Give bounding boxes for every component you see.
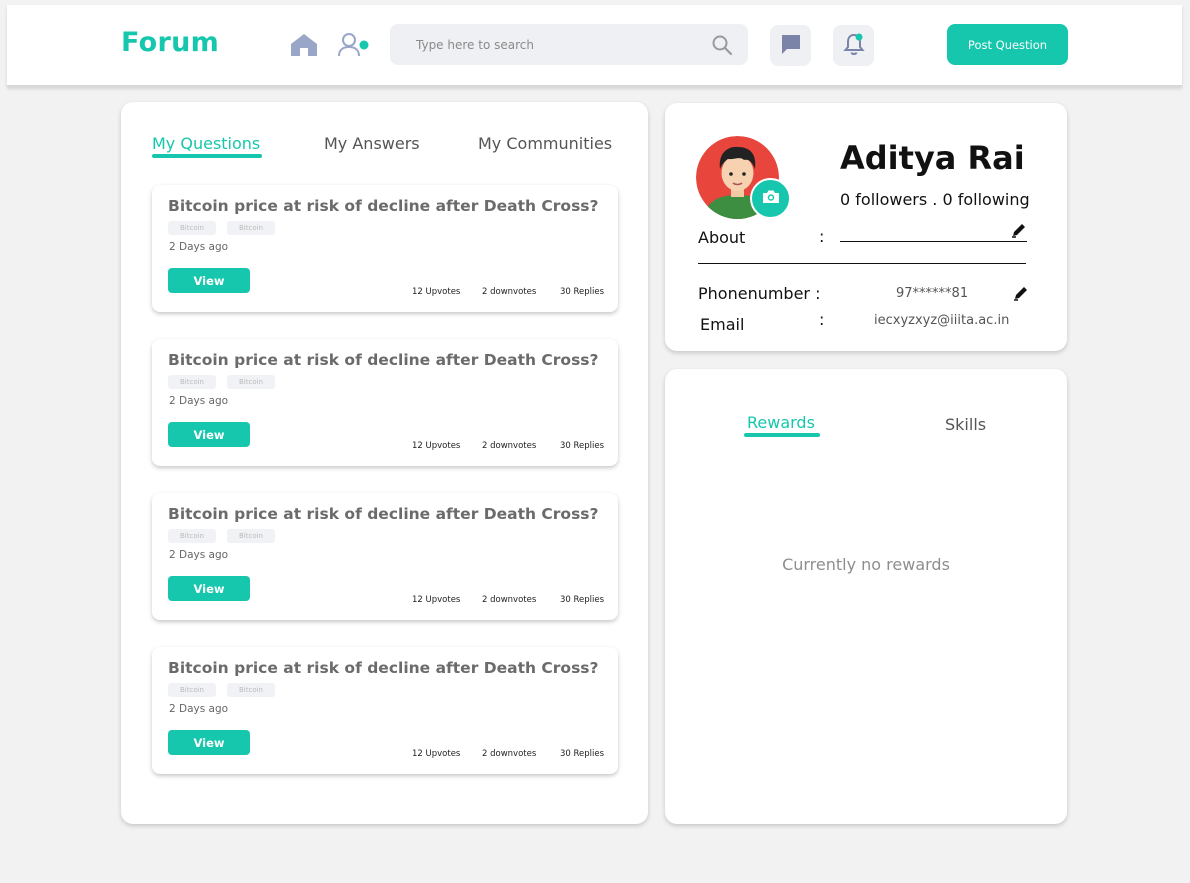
logo[interactable]: Forum [121,27,219,58]
question-date: 2 Days ago [169,241,229,253]
about-colon: : [819,227,825,246]
follow-stats[interactable]: 0 followers . 0 following [840,190,1030,209]
bell-icon [842,32,865,60]
downvote-count: 2 downvotes [482,595,537,605]
camera-icon [762,189,780,208]
question-tag[interactable]: Bitcoin [168,529,216,543]
search-icon[interactable] [712,35,733,56]
profile-card: Aditya Rai 0 followers . 0 following Abo… [665,103,1067,351]
tab-skills[interactable]: Skills [945,415,986,434]
view-button[interactable]: View [168,730,250,755]
phone-value: 97******81 [896,286,969,301]
reply-count: 30 Replies [560,595,605,605]
edit-about-pencil-icon[interactable] [1011,222,1027,238]
search-input[interactable] [390,24,748,65]
question-tag[interactable]: Bitcoin [227,683,275,697]
question-title[interactable]: Bitcoin price at risk of decline after D… [168,351,599,369]
email-colon: : [819,310,825,329]
question-date: 2 Days ago [169,549,229,561]
question-title[interactable]: Bitcoin price at risk of decline after D… [168,659,599,677]
downvote-count: 2 downvotes [482,749,537,759]
empty-rewards-message: Currently no rewards [782,555,950,574]
question-card: Bitcoin price at risk of decline after D… [152,493,618,620]
top-navbar: Forum Post Question [7,5,1182,87]
question-tag[interactable]: Bitcoin [168,683,216,697]
divider [698,263,1026,264]
questions-panel: My Questions My Answers My Communities B… [121,102,648,824]
downvote-count: 2 downvotes [482,287,537,297]
notifications-button[interactable] [833,25,874,66]
email-label: Email [700,315,745,334]
tab-my-answers[interactable]: My Answers [324,134,420,153]
tab-my-questions[interactable]: My Questions [152,134,260,153]
upvote-count: 12 Upvotes [412,595,461,605]
question-tag[interactable]: Bitcoin [168,221,216,235]
reply-count: 30 Replies [560,287,605,297]
profile-name: Aditya Rai [840,139,1025,177]
phone-label: Phonenumber : [698,284,821,303]
question-tag[interactable]: Bitcoin [227,375,275,389]
tab-active-underline [152,154,262,158]
question-card: Bitcoin price at risk of decline after D… [152,185,618,312]
upvote-count: 12 Upvotes [412,287,461,297]
rewards-card: Rewards Skills Currently no rewards [665,369,1067,824]
question-tag[interactable]: Bitcoin [168,375,216,389]
upvote-count: 12 Upvotes [412,749,461,759]
chat-button[interactable] [770,25,811,66]
reply-count: 30 Replies [560,749,605,759]
post-question-button[interactable]: Post Question [947,24,1068,65]
edit-phone-pencil-icon[interactable] [1013,285,1029,301]
home-icon[interactable] [289,31,319,59]
question-card: Bitcoin price at risk of decline after D… [152,339,618,466]
about-label: About [698,228,746,247]
question-tag[interactable]: Bitcoin [227,529,275,543]
question-date: 2 Days ago [169,395,229,407]
change-photo-button[interactable] [750,178,791,219]
view-button[interactable]: View [168,268,250,293]
view-button[interactable]: View [168,576,250,601]
tab-my-communities[interactable]: My Communities [478,134,612,153]
downvote-count: 2 downvotes [482,441,537,451]
upvote-count: 12 Upvotes [412,441,461,451]
question-title[interactable]: Bitcoin price at risk of decline after D… [168,197,599,215]
email-value: iecxyzxyz@iiita.ac.in [874,313,1010,328]
question-card: Bitcoin price at risk of decline after D… [152,647,618,774]
about-field[interactable] [840,241,1027,242]
user-icon[interactable] [338,31,370,59]
view-button[interactable]: View [168,422,250,447]
chat-icon [780,33,802,59]
question-tag[interactable]: Bitcoin [227,221,275,235]
rewards-tab-underline [744,433,820,437]
tab-rewards[interactable]: Rewards [747,413,815,432]
question-date: 2 Days ago [169,703,229,715]
search-bar [390,24,748,65]
question-title[interactable]: Bitcoin price at risk of decline after D… [168,505,599,523]
reply-count: 30 Replies [560,441,605,451]
